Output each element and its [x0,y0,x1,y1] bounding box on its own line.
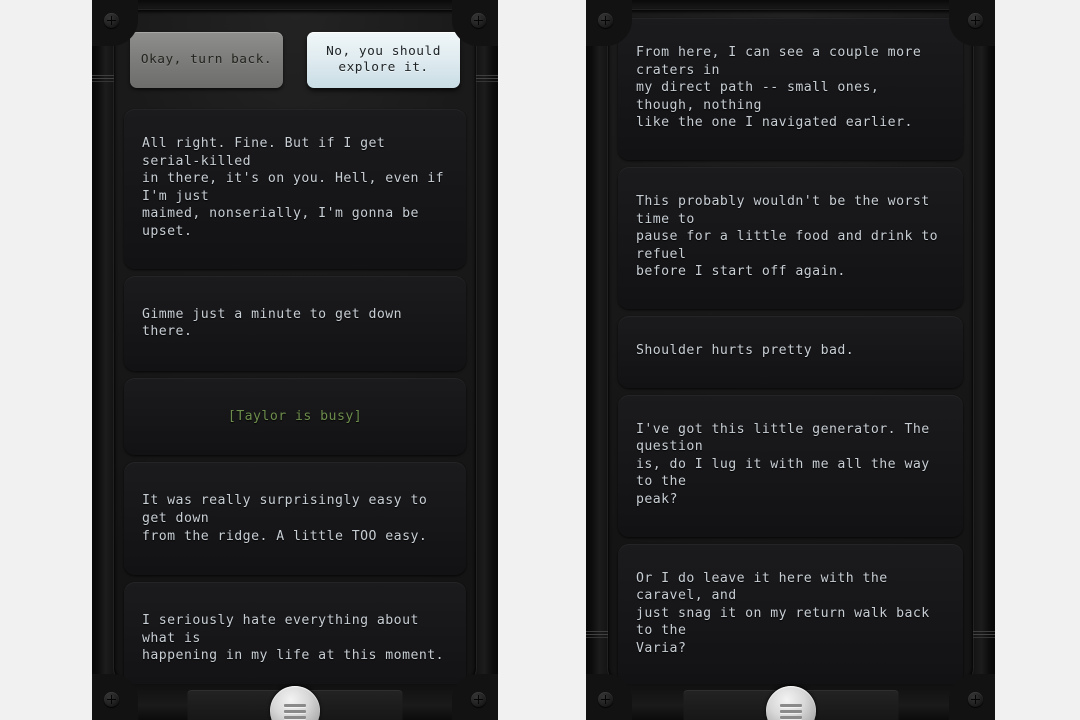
message-shoulder-hurts[interactable]: Shoulder hurts pretty bad. [618,315,963,388]
phillips-screw-icon [968,13,983,28]
phillips-screw-icon [471,692,486,707]
side-rail-right [973,630,995,639]
bezel-left-edge [586,0,608,720]
bezel-left-edge [92,0,114,720]
bezel-right-edge [973,0,995,720]
message-text: This probably wouldn't be the worst time… [636,193,939,280]
message-text: From here, I can see a couple more crate… [636,45,922,131]
message-text: I seriously hate everything about what i… [142,613,445,664]
phillips-screw-icon [471,13,486,28]
screen-left: Okay, turn back. No, you should explore … [114,10,476,684]
side-rail-right [476,74,498,83]
phillips-screw-icon [968,692,983,707]
bottom-bar-right [608,684,973,720]
screen-right: From here, I can see a couple more crate… [608,10,973,684]
device-left: Okay, turn back. No, you should explore … [92,0,498,720]
message-feed-right[interactable]: From here, I can see a couple more crate… [608,10,973,684]
bezel-top-edge [92,0,498,8]
phillips-screw-icon [104,692,119,707]
message-text: I've got this little generator. The ques… [636,421,930,507]
choice-okay-turn-back[interactable]: Okay, turn back. [130,32,283,88]
phillips-screw-icon [598,692,613,707]
message-gimme-a-minute[interactable]: Gimme just a minute to get down there. [124,275,466,371]
message-serial-killed[interactable]: All right. Fine. But if I get serial-kil… [124,109,466,269]
choice-no-explore-it[interactable]: No, you should explore it. [307,32,460,88]
message-text: It was really surprisingly easy to get d… [142,493,428,544]
message-easy-to-get-down[interactable]: It was really surprisingly easy to get d… [124,462,466,576]
phillips-screw-icon [598,13,613,28]
system-status-text: [Taylor is busy] [227,408,363,424]
bezel-top-edge [586,0,995,8]
bezel-right-edge [476,0,498,720]
message-text: All right. Fine. But if I get serial-kil… [142,136,445,239]
device-right: From here, I can see a couple more crate… [586,0,995,720]
bottom-bar-left [114,684,476,720]
message-pause-for-food[interactable]: This probably wouldn't be the worst time… [618,166,963,309]
hamburger-menu-icon [779,701,802,720]
message-text: Gimme just a minute to get down there. [142,306,411,340]
message-more-craters[interactable]: From here, I can see a couple more crate… [618,18,963,160]
side-rail-left [92,74,114,83]
choice-row-top-left: Okay, turn back. No, you should explore … [124,18,466,102]
message-feed-left[interactable]: Okay, turn back. No, you should explore … [114,10,476,684]
hamburger-menu-icon [284,701,306,720]
message-seriously-hate[interactable]: I seriously hate everything about what i… [124,582,466,684]
screenshot-stage: Okay, turn back. No, you should explore … [0,0,1080,720]
side-rail-left [586,630,608,639]
phillips-screw-icon [104,13,119,28]
message-text: Or I do leave it here with the caravel, … [636,570,930,656]
message-leave-with-caravel[interactable]: Or I do leave it here with the caravel, … [618,543,963,684]
message-text: Shoulder hurts pretty bad. [636,342,855,358]
message-taylor-is-busy: [Taylor is busy] [124,377,466,456]
message-little-generator[interactable]: I've got this little generator. The ques… [618,394,963,537]
